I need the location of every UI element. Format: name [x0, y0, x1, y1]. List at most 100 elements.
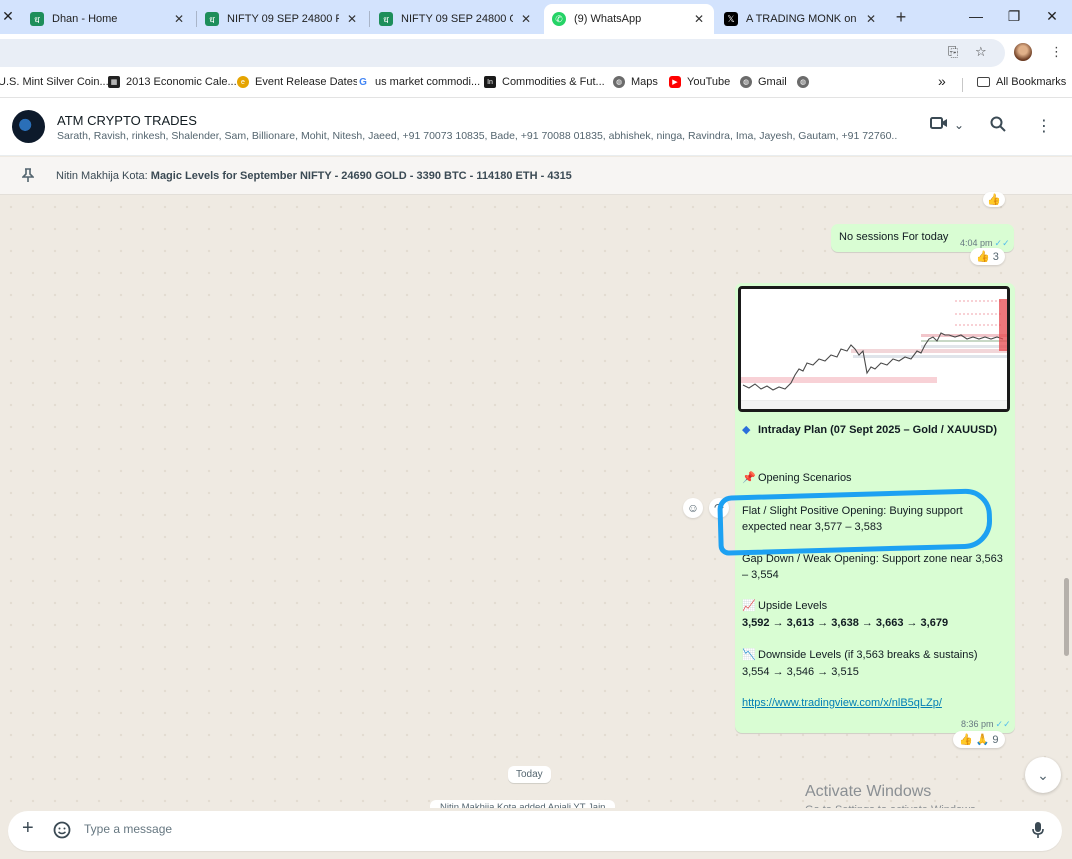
chat-header[interactable]: ATM CRYPTO TRADES Sarath, Ravish, rinkes… [0, 98, 1072, 156]
composer-box: + [8, 811, 1062, 851]
upside-levels: 3,592 → 3,613 → 3,638 → 3,663 → 3,679 [742, 617, 949, 629]
group-avatar[interactable] [12, 110, 45, 143]
folder-icon [977, 77, 990, 87]
plan-title: ◆ Intraday Plan (07 Sept 2025 – Gold / XA… [742, 424, 998, 436]
pin-icon [21, 168, 35, 186]
search-icon[interactable] [990, 116, 1006, 137]
attach-plus-icon[interactable]: + [22, 817, 34, 840]
pushpin-icon [21, 168, 35, 182]
minimize-icon[interactable]: — [968, 8, 984, 24]
read-ticks-icon: ✓✓ [995, 719, 1011, 729]
close-tab-icon[interactable]: ✕ [519, 12, 533, 26]
message-composer: + [0, 808, 1072, 859]
bookmarks-bar: U.S. Mint Silver Coin... ▦ 2013 Economic… [0, 70, 1072, 98]
message-meta: 8:36 pm ✓✓ [961, 719, 1011, 730]
blue-diamond-icon: ◆ [742, 424, 751, 436]
microphone-icon[interactable] [1032, 821, 1044, 844]
bookmark-commodities-futures[interactable]: In Commodities & Fut... [484, 76, 605, 88]
pinned-author: Nitin Makhija Kota: [56, 170, 148, 182]
restore-icon[interactable]: ❐ [1006, 8, 1022, 25]
globe-icon: ◍ [797, 76, 809, 88]
profile-avatar[interactable] [1014, 43, 1032, 61]
chart-image-thumbnail[interactable] [738, 286, 1010, 412]
pinned-message-bar[interactable]: Nitin Makhija Kota: Magic Levels for Sep… [0, 157, 1072, 195]
chat-menu-icon[interactable]: ⋮ [1036, 116, 1052, 136]
close-tab-icon[interactable]: ✕ [345, 12, 359, 26]
globe-icon: ◍ [740, 76, 752, 88]
close-tab-icon[interactable]: ✕ [172, 12, 186, 26]
pushpin-icon: 📌 [742, 472, 756, 484]
chat-scrollbar[interactable] [1064, 578, 1069, 656]
tab-whatsapp[interactable]: ✆ (9) WhatsApp ✕ [544, 4, 714, 34]
bookmark-maps[interactable]: ◍ Maps [613, 76, 658, 88]
close-tab-icon[interactable]: ✕ [0, 8, 16, 25]
bookmark-star-icon[interactable]: ☆ [975, 44, 987, 60]
outgoing-message[interactable]: ◆ Intraday Plan (07 Sept 2025 – Gold / XA… [735, 283, 1015, 733]
reaction-chip[interactable]: 👍 [983, 192, 1005, 207]
dhan-favicon-icon: ध [379, 12, 393, 26]
all-bookmarks-button[interactable]: All Bookmarks [977, 76, 1066, 88]
investing-icon: In [484, 76, 496, 88]
youtube-icon: ▶ [669, 76, 681, 88]
chevron-down-icon: ⌄ [1037, 766, 1049, 783]
reaction-chip[interactable]: 👍 3 [970, 248, 1005, 265]
bookmark-event-release-dates[interactable]: e Event Release Dates [237, 76, 358, 88]
bookmark-economic-calendar[interactable]: ▦ 2013 Economic Cale... [108, 76, 237, 88]
bookmark-youtube[interactable]: ▶ YouTube [669, 76, 730, 88]
reaction-chip[interactable]: 👍 🙏 9 [953, 731, 1005, 748]
dhan-favicon-icon: ध [30, 12, 44, 26]
x-favicon-icon: 𝕏 [724, 12, 738, 26]
message-text: No sessions For today [839, 231, 949, 243]
thumbs-up-icon: 👍 [959, 734, 973, 746]
scroll-to-bottom-button[interactable]: ⌄ [1025, 757, 1061, 793]
gap-down-scenario: Gap Down / Weak Opening: Support zone ne… [742, 553, 1003, 581]
tab-nifty-call[interactable]: ध NIFTY 09 SEP 24800 CALL ✕ [371, 4, 541, 34]
message-time: 4:04 pm [960, 238, 993, 248]
opening-scenarios-heading: 📌 Opening Scenarios [742, 472, 852, 484]
bookmark-gmail[interactable]: ◍ Gmail [740, 76, 787, 88]
browser-menu-icon[interactable]: ⋮ [1050, 44, 1063, 60]
date-divider: Today [508, 766, 551, 783]
close-tab-icon[interactable]: ✕ [864, 12, 878, 26]
forward-button[interactable]: ↷ [709, 498, 729, 518]
tradingview-link-wrap: https://www.tradingview.com/x/nlB5qLZp/ [742, 695, 1004, 711]
omnibox[interactable] [0, 39, 1005, 67]
tab-dhan-home[interactable]: ध Dhan - Home ✕ [22, 4, 194, 34]
sticker-icon [53, 821, 71, 839]
group-members: Sarath, Ravish, rinkesh, Shalender, Sam,… [57, 130, 897, 142]
browser-tab-strip: ✕ ध Dhan - Home ✕ ध NIFTY 09 SEP 24800 P… [0, 0, 1072, 34]
price-chart-image [741, 289, 1007, 409]
bookmark-untitled[interactable]: ◍ [797, 76, 815, 88]
tab-nifty-put[interactable]: ध NIFTY 09 SEP 24800 PUT ✕ [197, 4, 367, 34]
chart-increasing-icon: 📈 [742, 600, 756, 612]
globe-icon: ◍ [613, 76, 625, 88]
read-ticks-icon: ✓✓ [994, 238, 1010, 248]
new-tab-plus-icon[interactable]: + [892, 7, 910, 28]
reaction-count: 9 [992, 733, 999, 746]
chevron-down-icon[interactable]: ⌄ [954, 118, 964, 132]
tab-separator [369, 11, 370, 27]
install-app-icon[interactable]: ⎘ [948, 44, 958, 60]
reaction-count: 3 [992, 250, 999, 263]
message-time: 8:36 pm [961, 719, 994, 729]
tab-x-trading-monk[interactable]: 𝕏 A TRADING MONK on X: ✕ [716, 4, 886, 34]
react-emoji-button[interactable]: ☺ [683, 498, 703, 518]
bookmarks-overflow-button[interactable]: » [938, 73, 946, 89]
activate-windows-title: Activate Windows [805, 783, 932, 800]
tradingview-link[interactable]: https://www.tradingview.com/x/nlB5qLZp/ [742, 697, 942, 709]
bookmark-us-mint[interactable]: U.S. Mint Silver Coin... [0, 76, 109, 88]
window-close-icon[interactable]: ✕ [1044, 8, 1060, 25]
bookmarks-separator [962, 78, 963, 92]
smiley-icon: ☺ [686, 501, 700, 515]
sticker-emoji-icon[interactable] [53, 821, 71, 844]
address-bar-row: ⎘ ☆ ⋮ [0, 34, 1072, 70]
video-call-icon[interactable] [930, 116, 948, 135]
pinned-text: Nitin Makhija Kota: Magic Levels for Sep… [56, 170, 572, 182]
thumbs-up-icon: 👍 [987, 194, 1001, 206]
dhan-favicon-icon: ध [205, 12, 219, 26]
message-input[interactable] [84, 822, 984, 836]
close-tab-icon[interactable]: ✕ [692, 12, 706, 26]
downside-levels-heading: 📉 Downside Levels (if 3,563 breaks & sust… [742, 649, 978, 661]
group-name: ATM CRYPTO TRADES [57, 113, 197, 128]
bookmark-us-market-commodities[interactable]: G us market commodi... [357, 76, 480, 88]
